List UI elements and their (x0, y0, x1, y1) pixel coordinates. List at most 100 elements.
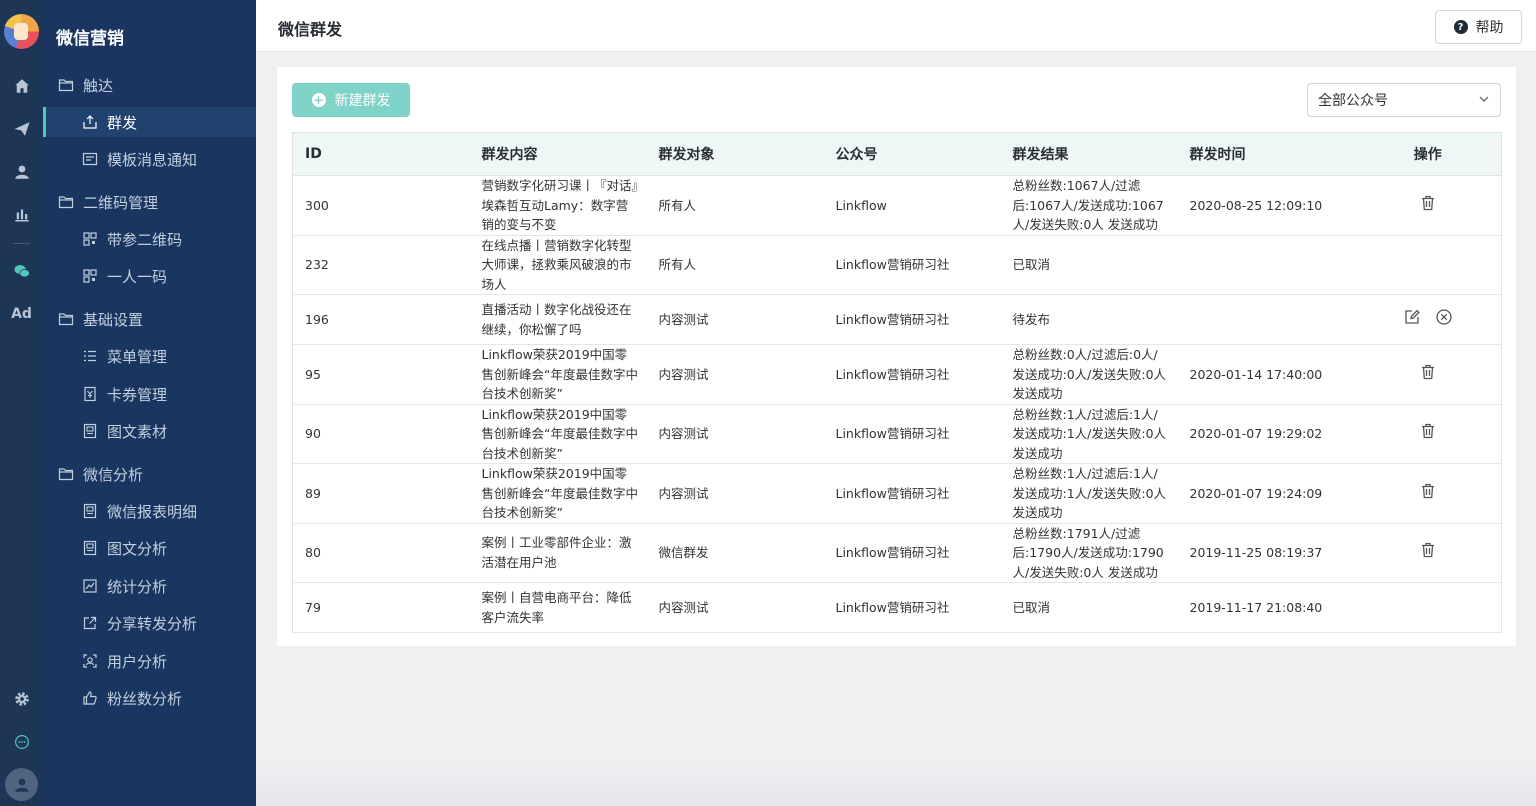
sidebar-group-label: 基础设置 (83, 310, 144, 329)
new-mass-send-button[interactable]: + 新建群发 (292, 83, 410, 117)
table-header-row: ID 群发内容 群发对象 公众号 群发结果 群发时间 操作 (292, 132, 1502, 176)
sidebar-item-label: 模板消息通知 (107, 150, 198, 169)
account-filter-select[interactable]: 全部公众号 (1307, 83, 1501, 117)
line-chart-icon (81, 577, 99, 595)
top-header: 微信群发 ? 帮助 (256, 0, 1536, 52)
home-icon[interactable] (0, 74, 43, 98)
brand-title: 微信营销 (56, 29, 124, 49)
sidebar-item-label: 群发 (107, 113, 138, 132)
cell-target: 所有人 (646, 175, 824, 236)
app-logo[interactable] (4, 14, 39, 49)
sidebar-item-coupon-management[interactable]: 卡券管理 (43, 379, 256, 409)
cell-target: 内容测试 (646, 463, 824, 524)
help-label: 帮助 (1475, 20, 1504, 36)
column-header-target[interactable]: 群发对象 (646, 132, 824, 176)
thumbs-up-icon (81, 689, 99, 707)
cancel-icon[interactable] (1435, 308, 1453, 326)
sidebar-group-label: 微信分析 (83, 465, 144, 484)
settings-icon[interactable] (0, 687, 43, 711)
cell-account: Linkflow营销研习社 (823, 235, 1001, 295)
sidebar-group-reach[interactable]: 触达 (43, 70, 256, 100)
cell-target: 内容测试 (646, 344, 824, 405)
sidebar-item-label: 粉丝数分析 (107, 689, 183, 708)
document-icon (81, 422, 99, 440)
sidebar-group-qrcode[interactable]: 二维码管理 (43, 187, 256, 217)
delete-icon[interactable] (1419, 422, 1437, 440)
column-header-result[interactable]: 群发结果 (1000, 132, 1178, 176)
cell-time (1177, 235, 1355, 295)
cell-result: 总粉丝数:1人/过滤后:1人/发送成功:1人/发送失败:0人 发送成功 (1000, 463, 1178, 524)
cell-target: 微信群发 (646, 523, 824, 583)
delete-icon[interactable] (1419, 482, 1437, 500)
column-header-time[interactable]: 群发时间 (1177, 132, 1355, 176)
cell-actions (1354, 404, 1502, 464)
user-icon[interactable] (0, 160, 43, 184)
cell-target: 内容测试 (646, 582, 824, 633)
chevron-down-icon (1478, 93, 1490, 109)
sidebar-item-image-text-material[interactable]: 图文素材 (43, 416, 256, 446)
cell-id: 232 (292, 235, 470, 295)
avatar-icon[interactable] (5, 768, 38, 801)
sidebar-item-template-message[interactable]: 模板消息通知 (43, 144, 256, 174)
cell-result: 已取消 (1000, 235, 1178, 295)
sidebar-item-wechat-report[interactable]: 微信报表明细 (43, 496, 256, 526)
cell-time: 2020-08-25 12:09:10 (1177, 175, 1355, 236)
cell-time: 2019-11-25 08:19:37 (1177, 523, 1355, 583)
wechat-icon[interactable] (0, 259, 43, 283)
help-button[interactable]: ? 帮助 (1435, 10, 1522, 44)
cell-time: 2020-01-14 17:40:00 (1177, 344, 1355, 405)
sidebar-item-label: 用户分析 (107, 652, 168, 671)
cell-result: 待发布 (1000, 294, 1178, 345)
table-row: 232 在线点播丨营销数字化转型大师课，拯救乘风破浪的市场人 所有人 Linkf… (292, 235, 1502, 295)
cell-actions (1354, 294, 1502, 345)
delete-icon[interactable] (1419, 363, 1437, 381)
sidebar-item-personal-qrcode[interactable]: 一人一码 (43, 261, 256, 291)
sidebar-item-label: 带参二维码 (107, 230, 183, 249)
share-icon (81, 614, 99, 632)
delete-icon[interactable] (1419, 194, 1437, 212)
sidebar-item-label: 图文分析 (107, 539, 168, 558)
cell-result: 总粉丝数:1791人/过滤后:1790人/发送成功:1790人/发送失败:0人 … (1000, 523, 1178, 583)
sidebar-item-image-text-analysis[interactable]: 图文分析 (43, 533, 256, 563)
send-icon[interactable] (0, 117, 43, 141)
sidebar-item-user-analysis[interactable]: 用户分析 (43, 646, 256, 676)
cell-result: 已取消 (1000, 582, 1178, 633)
column-header-id[interactable]: ID (292, 132, 470, 176)
sidebar-item-share-analysis[interactable]: 分享转发分析 (43, 608, 256, 638)
cell-content: 案例丨工业零部件企业：激活潜在用户池 (469, 523, 647, 583)
bar-chart-icon[interactable] (0, 202, 43, 226)
folder-icon (57, 76, 75, 94)
folder-icon (57, 465, 75, 483)
cell-actions (1354, 344, 1502, 405)
cell-account: Linkflow营销研习社 (823, 404, 1001, 464)
sidebar-item-menu-management[interactable]: 菜单管理 (43, 341, 256, 371)
sidebar-item-param-qrcode[interactable]: 带参二维码 (43, 224, 256, 254)
column-header-account[interactable]: 公众号 (823, 132, 1001, 176)
cell-actions (1354, 175, 1502, 236)
cell-result: 总粉丝数:0人/过滤后:0人/发送成功:0人/发送失败:0人 发送成功 (1000, 344, 1178, 405)
sidebar-item-mass-send[interactable]: 群发 (43, 107, 256, 137)
template-icon (81, 150, 99, 168)
delete-icon[interactable] (1419, 541, 1437, 559)
sidebar-item-label: 分享转发分析 (107, 614, 198, 633)
column-header-content[interactable]: 群发内容 (469, 132, 647, 176)
cell-target: 所有人 (646, 235, 824, 295)
cell-content: Linkflow荣获2019中国零售创新峰会“年度最佳数字中台技术创新奖” (469, 344, 647, 405)
mass-send-table: ID 群发内容 群发对象 公众号 群发结果 群发时间 操作 300 营销数字化研… (292, 132, 1502, 633)
edit-icon[interactable] (1403, 308, 1421, 326)
chat-bubble-icon[interactable] (0, 730, 43, 754)
cell-account: Linkflow营销研习社 (823, 344, 1001, 405)
cell-id: 196 (292, 294, 470, 345)
sidebar-item-statistics-analysis[interactable]: 统计分析 (43, 571, 256, 601)
sidebar-item-fans-analysis[interactable]: 粉丝数分析 (43, 683, 256, 713)
cell-actions (1354, 582, 1502, 633)
cell-account: Linkflow营销研习社 (823, 523, 1001, 583)
cell-result: 总粉丝数:1人/过滤后:1人/发送成功:1人/发送失败:0人 发送成功 (1000, 404, 1178, 464)
folder-icon (57, 310, 75, 328)
sidebar-group-basic-settings[interactable]: 基础设置 (43, 304, 256, 334)
sidebar-group-wechat-analysis[interactable]: 微信分析 (43, 459, 256, 489)
sidebar-group-label: 触达 (83, 76, 114, 95)
ad-icon[interactable]: Ad (0, 302, 43, 326)
account-filter-value: 全部公众号 (1318, 93, 1388, 109)
sidebar: 微信营销 触达 群发 模板消息通知 二维码管理 带参二维码 一人一码 基础设置 … (43, 0, 256, 806)
